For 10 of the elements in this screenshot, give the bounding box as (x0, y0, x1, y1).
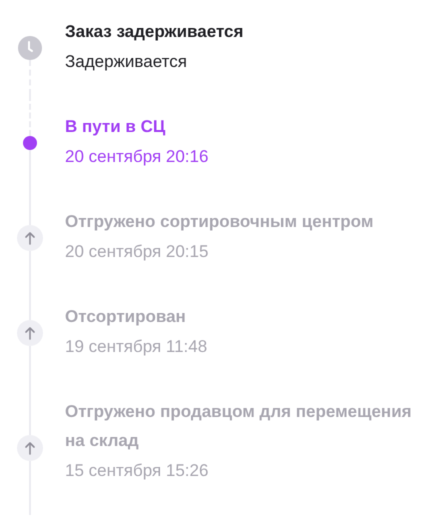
status-title: В пути в СЦ (65, 116, 166, 138)
status-title: Заказ задерживается (65, 21, 244, 43)
status-date: Задерживается (65, 51, 188, 73)
status-title: Отгружено продавцом для перемещения на склад (65, 401, 413, 452)
status-date: 19 сентября 11:48 (65, 336, 208, 358)
status-title: Отсортирован (65, 306, 187, 328)
status-date: 20 сентября 20:15 (65, 241, 210, 263)
status-title: Отгружено сортировочным центром (65, 211, 374, 233)
status-date: 20 сентября 20:16 (65, 146, 210, 168)
status-date: 15 сентября 15:26 (65, 460, 210, 482)
